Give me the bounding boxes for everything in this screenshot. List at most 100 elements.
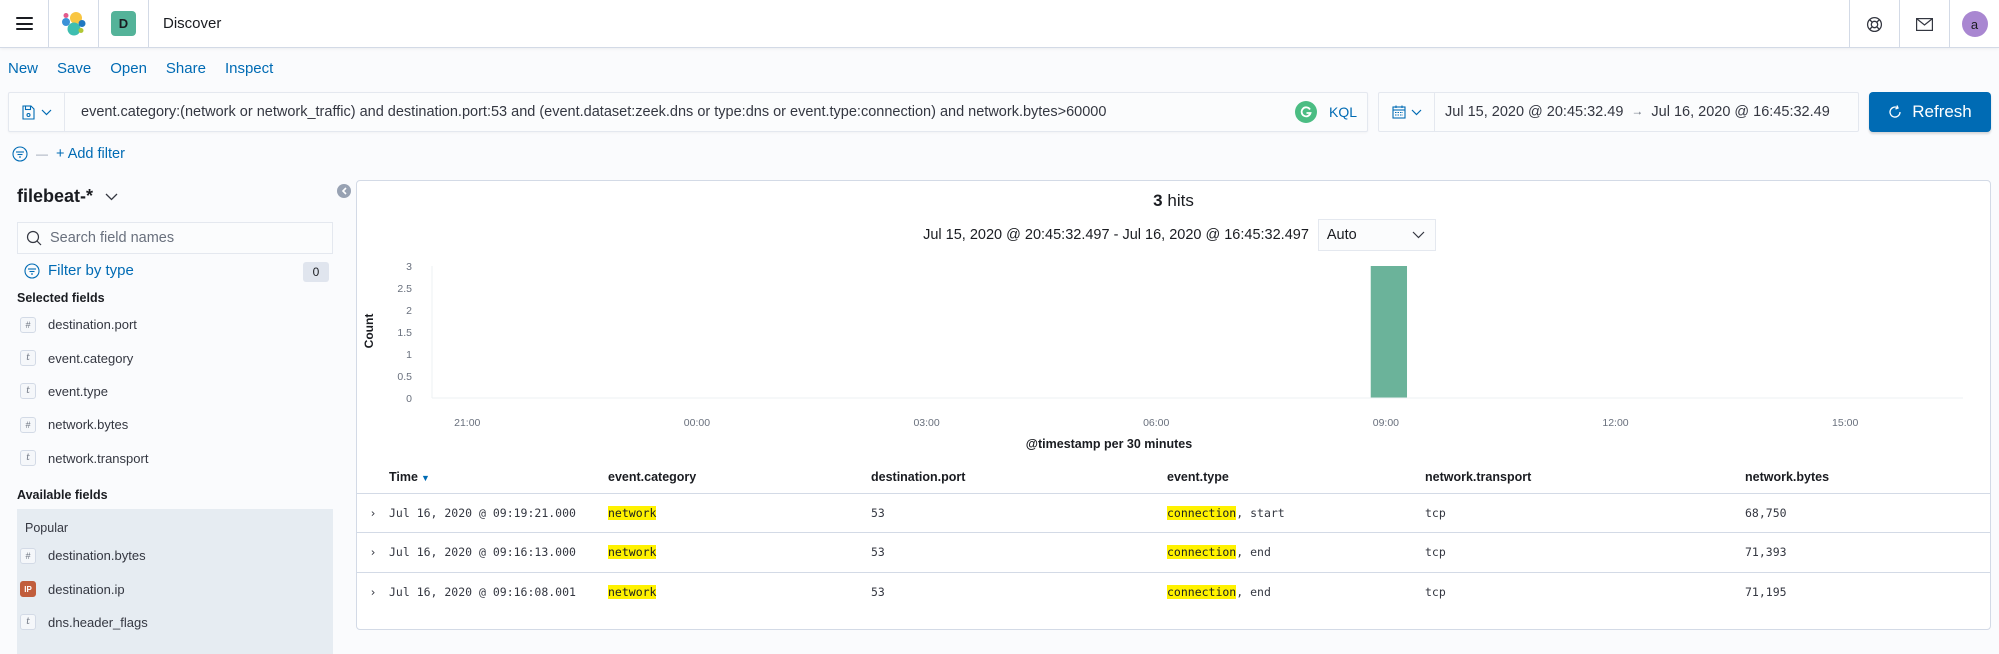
chevron-left-icon: [341, 187, 347, 195]
discover-top-nav: New Save Open Share Inspect: [8, 60, 273, 77]
collapse-sidebar-button[interactable]: [337, 184, 351, 198]
cell-network-bytes: 71,393: [1745, 532, 1990, 573]
field-search-input[interactable]: [50, 230, 320, 246]
field-item[interactable]: IP destination.ip: [20, 572, 148, 605]
chevron-down-icon: [1412, 231, 1425, 239]
elastic-logo-button[interactable]: [49, 0, 99, 48]
field-item[interactable]: t dns.header_flags: [20, 606, 148, 639]
cell-network-transport: tcp: [1425, 585, 1446, 599]
field-item[interactable]: t network.transport: [20, 442, 148, 475]
column-header-network-transport[interactable]: network.transport: [1425, 461, 1745, 494]
space-avatar: D: [111, 11, 136, 36]
cell-network-bytes: 68,750: [1745, 493, 1990, 533]
table-row: › Jul 16, 2020 @ 09:16:13.000 network 53…: [357, 532, 1990, 573]
calendar-icon: [1391, 105, 1406, 119]
y-axis-label: Count: [362, 314, 376, 349]
selected-fields-title: Selected fields: [17, 291, 105, 305]
expand-column-header: [357, 461, 389, 494]
cell-destination-port: 53: [871, 493, 1167, 533]
newsfeed-button[interactable]: [1899, 0, 1949, 48]
chevron-down-icon: [1411, 109, 1421, 115]
cell-network-bytes: 71,195: [1745, 585, 1787, 599]
menu-button[interactable]: [0, 0, 49, 48]
user-avatar: a: [1961, 11, 1988, 37]
column-header-event-type[interactable]: event.type: [1167, 461, 1425, 494]
expand-row-button[interactable]: ›: [357, 572, 389, 612]
end-date-button[interactable]: Jul 16, 2020 @ 16:45:32.49: [1651, 104, 1829, 120]
user-menu-button[interactable]: a: [1949, 0, 1999, 48]
menu-icon: [15, 17, 33, 30]
grammarly-icon[interactable]: [1294, 101, 1317, 123]
table-row: › Jul 16, 2020 @ 09:19:21.000 network 53…: [357, 493, 1990, 533]
field-name: network.transport: [48, 450, 149, 466]
column-header-network-bytes[interactable]: network.bytes: [1745, 461, 1990, 494]
x-tick-label: 15:00: [1832, 417, 1858, 429]
x-tick-label: 00:00: [684, 417, 710, 429]
column-header-time[interactable]: Time ▼: [389, 461, 608, 494]
cell-destination-port: 53: [871, 585, 885, 599]
number-type-icon: #: [20, 316, 36, 333]
add-filter-button[interactable]: + Add filter: [56, 146, 125, 162]
y-tick-label: 1: [406, 349, 412, 361]
filter-icon[interactable]: [12, 146, 28, 162]
number-type-icon: #: [20, 547, 36, 564]
search-icon: [26, 230, 42, 246]
chevron-down-icon: [105, 193, 118, 200]
sort-down-icon[interactable]: ▼: [421, 473, 430, 483]
interval-select[interactable]: Auto: [1317, 219, 1436, 251]
x-axis-label: @timestamp per 30 minutes: [1026, 437, 1192, 451]
refresh-label: Refresh: [1912, 102, 1972, 121]
quick-menu-button[interactable]: [1379, 92, 1435, 132]
filter-by-type-button[interactable]: Filter by type: [24, 262, 134, 279]
expand-row-button[interactable]: ›: [357, 493, 389, 533]
open-link[interactable]: Open: [110, 60, 147, 77]
save-link[interactable]: Save: [57, 60, 91, 77]
page-title: Discover: [163, 15, 222, 32]
filter-count-badge: 0: [303, 262, 329, 282]
index-pattern-selector[interactable]: filebeat-*: [17, 186, 118, 207]
save-icon: [21, 104, 35, 120]
documents-table: Time ▼ event.category destination.port ev…: [357, 461, 1990, 612]
share-link[interactable]: Share: [166, 60, 206, 77]
help-icon: [1866, 16, 1883, 32]
y-tick-label: 0.5: [397, 371, 412, 383]
query-language-toggle[interactable]: KQL: [1329, 104, 1357, 120]
column-header-event-category[interactable]: event.category: [608, 461, 871, 494]
field-item[interactable]: t event.type: [20, 375, 148, 408]
field-name: dns.header_flags: [48, 614, 148, 630]
y-tick-label: 0: [406, 393, 412, 405]
cell-event-type: connection, end: [1167, 585, 1271, 599]
saved-query-button[interactable]: [9, 92, 65, 132]
mail-icon: [1916, 17, 1933, 31]
interval-value: Auto: [1326, 227, 1357, 243]
popular-label: Popular: [25, 521, 69, 535]
query-bar: event.category:(network or network_traff…: [8, 92, 1368, 132]
field-name: destination.bytes: [48, 548, 146, 564]
column-header-destination-port[interactable]: destination.port: [871, 461, 1167, 494]
elastic-logo: [61, 11, 85, 35]
inspect-link[interactable]: Inspect: [225, 60, 273, 77]
cell-network-transport: tcp: [1425, 493, 1745, 533]
query-input[interactable]: event.category:(network or network_traff…: [65, 104, 1295, 120]
x-tick-label: 03:00: [913, 417, 939, 429]
results-panel: 3 hits Jul 15, 2020 @ 20:45:32.497 - Jul…: [356, 180, 1991, 630]
space-selector[interactable]: D: [99, 0, 149, 48]
field-item[interactable]: # network.bytes: [20, 408, 148, 441]
expand-row-button[interactable]: ›: [357, 532, 389, 573]
field-item[interactable]: # destination.port: [20, 308, 148, 341]
histogram-bar[interactable]: [1370, 266, 1408, 398]
field-item[interactable]: t event.category: [20, 341, 148, 374]
help-button[interactable]: [1849, 0, 1899, 48]
cell-event-category: network: [608, 532, 871, 573]
y-tick-label: 1.5: [397, 327, 412, 339]
new-link[interactable]: New: [8, 60, 38, 77]
start-date-button[interactable]: Jul 15, 2020 @ 20:45:32.49: [1445, 104, 1623, 120]
cell-time: Jul 16, 2020 @ 09:16:08.001: [389, 585, 576, 599]
refresh-button[interactable]: Refresh: [1869, 92, 1991, 132]
number-type-icon: #: [20, 416, 36, 433]
cell-destination-port: 53: [871, 532, 1167, 573]
cell-network-transport: tcp: [1425, 532, 1745, 573]
date-picker: Jul 15, 2020 @ 20:45:32.49 → Jul 16, 202…: [1378, 92, 1859, 132]
filter-by-type-label: Filter by type: [48, 262, 134, 279]
field-item[interactable]: # destination.bytes: [20, 539, 148, 572]
